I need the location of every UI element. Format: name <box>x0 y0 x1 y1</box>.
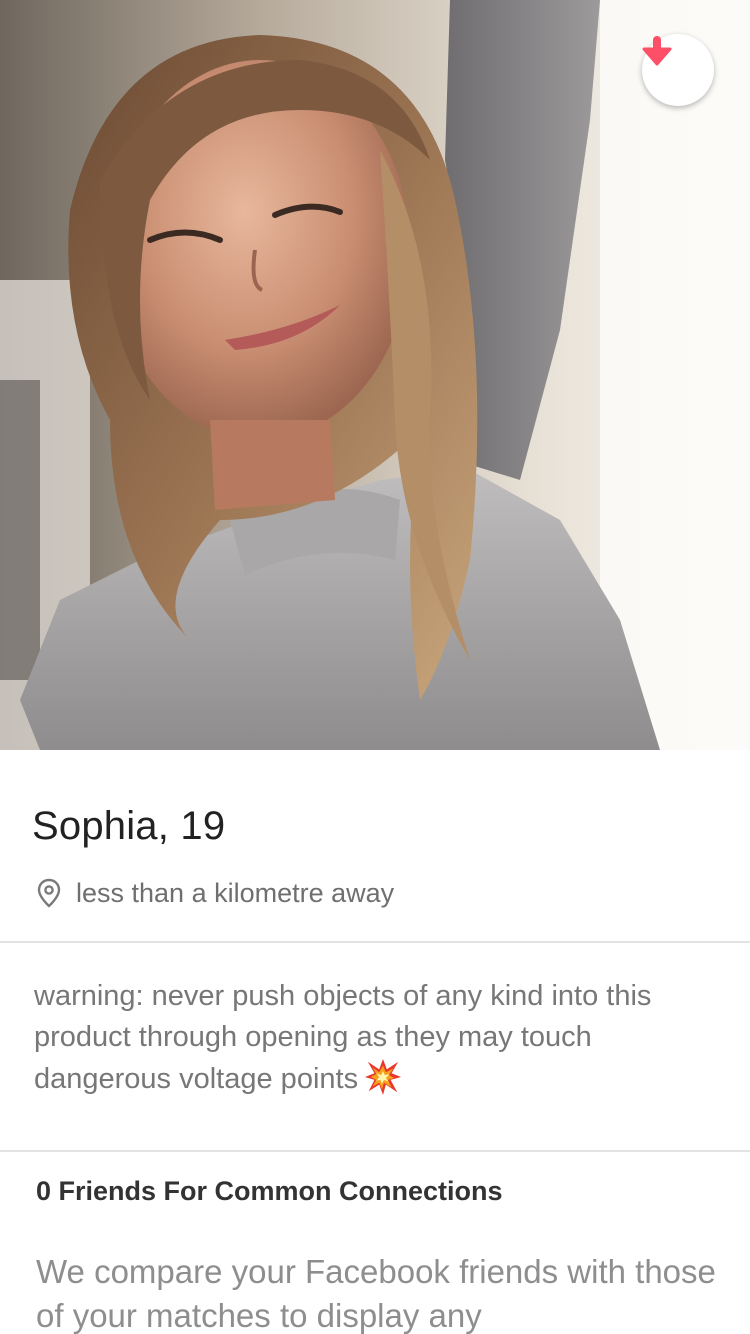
arrow-down-icon <box>642 36 672 66</box>
divider <box>0 941 750 943</box>
distance-text: less than a kilometre away <box>76 877 395 908</box>
connections-description: We compare your Facebook friends with th… <box>36 1253 716 1334</box>
profile-name-age: Sophia, 19 <box>32 804 226 848</box>
collision-emoji-icon <box>365 1058 402 1096</box>
bio-text: warning: never push objects of any kind … <box>34 980 652 1095</box>
distance-row: less than a kilometre away <box>36 876 394 910</box>
connections-title: 0 Friends For Common Connections <box>36 1176 503 1206</box>
profile-screen: Sophia, 19 less than a kilometre away wa… <box>0 0 750 1334</box>
collapse-profile-button[interactable] <box>642 34 714 106</box>
location-pin-icon <box>37 878 61 908</box>
divider <box>0 1150 750 1152</box>
profile-photo-illustration <box>0 0 750 750</box>
profile-photo[interactable] <box>0 0 750 750</box>
profile-bio: warning: never push objects of any kind … <box>34 976 724 1100</box>
